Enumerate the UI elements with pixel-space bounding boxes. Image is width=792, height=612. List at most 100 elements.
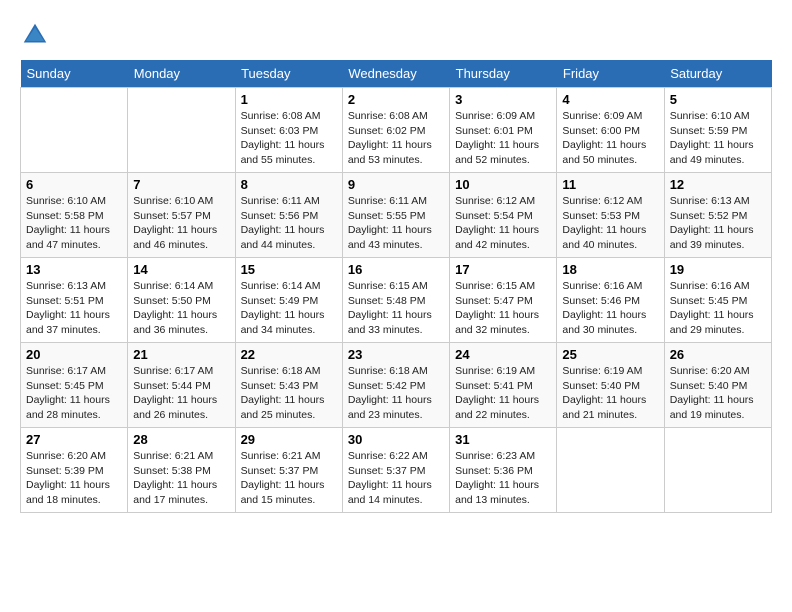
cell-info: Sunrise: 6:14 AMSunset: 5:49 PMDaylight:… [241, 280, 325, 336]
calendar-cell: 15 Sunrise: 6:14 AMSunset: 5:49 PMDaylig… [235, 258, 342, 343]
calendar-row: 1 Sunrise: 6:08 AMSunset: 6:03 PMDayligh… [21, 88, 772, 173]
cell-info: Sunrise: 6:21 AMSunset: 5:38 PMDaylight:… [133, 450, 217, 506]
calendar-cell: 14 Sunrise: 6:14 AMSunset: 5:50 PMDaylig… [128, 258, 235, 343]
day-number: 9 [348, 177, 444, 192]
day-number: 5 [670, 92, 766, 107]
day-number: 30 [348, 432, 444, 447]
weekday-header: Wednesday [342, 60, 449, 88]
calendar-cell [557, 428, 664, 513]
calendar-cell: 8 Sunrise: 6:11 AMSunset: 5:56 PMDayligh… [235, 173, 342, 258]
cell-info: Sunrise: 6:20 AMSunset: 5:40 PMDaylight:… [670, 365, 754, 421]
calendar-cell: 31 Sunrise: 6:23 AMSunset: 5:36 PMDaylig… [450, 428, 557, 513]
calendar-cell: 13 Sunrise: 6:13 AMSunset: 5:51 PMDaylig… [21, 258, 128, 343]
calendar-cell [664, 428, 771, 513]
cell-info: Sunrise: 6:17 AMSunset: 5:44 PMDaylight:… [133, 365, 217, 421]
day-number: 23 [348, 347, 444, 362]
calendar-cell: 21 Sunrise: 6:17 AMSunset: 5:44 PMDaylig… [128, 343, 235, 428]
cell-info: Sunrise: 6:09 AMSunset: 6:00 PMDaylight:… [562, 110, 646, 166]
day-number: 26 [670, 347, 766, 362]
calendar-cell: 18 Sunrise: 6:16 AMSunset: 5:46 PMDaylig… [557, 258, 664, 343]
day-number: 28 [133, 432, 229, 447]
calendar-cell: 5 Sunrise: 6:10 AMSunset: 5:59 PMDayligh… [664, 88, 771, 173]
weekday-header: Saturday [664, 60, 771, 88]
day-number: 21 [133, 347, 229, 362]
cell-info: Sunrise: 6:12 AMSunset: 5:54 PMDaylight:… [455, 195, 539, 251]
cell-info: Sunrise: 6:11 AMSunset: 5:55 PMDaylight:… [348, 195, 432, 251]
cell-info: Sunrise: 6:17 AMSunset: 5:45 PMDaylight:… [26, 365, 110, 421]
cell-info: Sunrise: 6:15 AMSunset: 5:47 PMDaylight:… [455, 280, 539, 336]
calendar-cell: 26 Sunrise: 6:20 AMSunset: 5:40 PMDaylig… [664, 343, 771, 428]
calendar-cell: 25 Sunrise: 6:19 AMSunset: 5:40 PMDaylig… [557, 343, 664, 428]
calendar-cell: 2 Sunrise: 6:08 AMSunset: 6:02 PMDayligh… [342, 88, 449, 173]
logo-icon [20, 20, 50, 50]
cell-info: Sunrise: 6:10 AMSunset: 5:59 PMDaylight:… [670, 110, 754, 166]
cell-info: Sunrise: 6:23 AMSunset: 5:36 PMDaylight:… [455, 450, 539, 506]
day-number: 31 [455, 432, 551, 447]
cell-info: Sunrise: 6:18 AMSunset: 5:42 PMDaylight:… [348, 365, 432, 421]
day-number: 16 [348, 262, 444, 277]
day-number: 10 [455, 177, 551, 192]
logo [20, 20, 54, 50]
day-number: 15 [241, 262, 337, 277]
cell-info: Sunrise: 6:08 AMSunset: 6:03 PMDaylight:… [241, 110, 325, 166]
calendar-cell: 27 Sunrise: 6:20 AMSunset: 5:39 PMDaylig… [21, 428, 128, 513]
calendar-cell: 28 Sunrise: 6:21 AMSunset: 5:38 PMDaylig… [128, 428, 235, 513]
day-number: 29 [241, 432, 337, 447]
cell-info: Sunrise: 6:21 AMSunset: 5:37 PMDaylight:… [241, 450, 325, 506]
calendar-cell: 24 Sunrise: 6:19 AMSunset: 5:41 PMDaylig… [450, 343, 557, 428]
calendar-cell: 17 Sunrise: 6:15 AMSunset: 5:47 PMDaylig… [450, 258, 557, 343]
cell-info: Sunrise: 6:22 AMSunset: 5:37 PMDaylight:… [348, 450, 432, 506]
day-number: 3 [455, 92, 551, 107]
calendar-row: 6 Sunrise: 6:10 AMSunset: 5:58 PMDayligh… [21, 173, 772, 258]
day-number: 11 [562, 177, 658, 192]
day-number: 27 [26, 432, 122, 447]
day-number: 19 [670, 262, 766, 277]
calendar-cell: 9 Sunrise: 6:11 AMSunset: 5:55 PMDayligh… [342, 173, 449, 258]
calendar-cell: 6 Sunrise: 6:10 AMSunset: 5:58 PMDayligh… [21, 173, 128, 258]
day-number: 20 [26, 347, 122, 362]
calendar-row: 13 Sunrise: 6:13 AMSunset: 5:51 PMDaylig… [21, 258, 772, 343]
calendar-cell: 22 Sunrise: 6:18 AMSunset: 5:43 PMDaylig… [235, 343, 342, 428]
cell-info: Sunrise: 6:16 AMSunset: 5:45 PMDaylight:… [670, 280, 754, 336]
day-number: 12 [670, 177, 766, 192]
day-number: 24 [455, 347, 551, 362]
day-number: 4 [562, 92, 658, 107]
calendar-cell: 19 Sunrise: 6:16 AMSunset: 5:45 PMDaylig… [664, 258, 771, 343]
calendar-cell: 4 Sunrise: 6:09 AMSunset: 6:00 PMDayligh… [557, 88, 664, 173]
calendar-cell: 11 Sunrise: 6:12 AMSunset: 5:53 PMDaylig… [557, 173, 664, 258]
weekday-header: Monday [128, 60, 235, 88]
cell-info: Sunrise: 6:19 AMSunset: 5:40 PMDaylight:… [562, 365, 646, 421]
calendar-cell [128, 88, 235, 173]
page-header [20, 20, 772, 50]
cell-info: Sunrise: 6:19 AMSunset: 5:41 PMDaylight:… [455, 365, 539, 421]
calendar-cell: 7 Sunrise: 6:10 AMSunset: 5:57 PMDayligh… [128, 173, 235, 258]
day-number: 6 [26, 177, 122, 192]
day-number: 17 [455, 262, 551, 277]
cell-info: Sunrise: 6:20 AMSunset: 5:39 PMDaylight:… [26, 450, 110, 506]
calendar-table: SundayMondayTuesdayWednesdayThursdayFrid… [20, 60, 772, 513]
cell-info: Sunrise: 6:15 AMSunset: 5:48 PMDaylight:… [348, 280, 432, 336]
weekday-header: Friday [557, 60, 664, 88]
calendar-cell: 16 Sunrise: 6:15 AMSunset: 5:48 PMDaylig… [342, 258, 449, 343]
calendar-cell: 3 Sunrise: 6:09 AMSunset: 6:01 PMDayligh… [450, 88, 557, 173]
calendar-cell: 23 Sunrise: 6:18 AMSunset: 5:42 PMDaylig… [342, 343, 449, 428]
day-number: 22 [241, 347, 337, 362]
calendar-row: 27 Sunrise: 6:20 AMSunset: 5:39 PMDaylig… [21, 428, 772, 513]
weekday-header-row: SundayMondayTuesdayWednesdayThursdayFrid… [21, 60, 772, 88]
cell-info: Sunrise: 6:10 AMSunset: 5:57 PMDaylight:… [133, 195, 217, 251]
calendar-cell: 20 Sunrise: 6:17 AMSunset: 5:45 PMDaylig… [21, 343, 128, 428]
cell-info: Sunrise: 6:12 AMSunset: 5:53 PMDaylight:… [562, 195, 646, 251]
calendar-cell: 29 Sunrise: 6:21 AMSunset: 5:37 PMDaylig… [235, 428, 342, 513]
cell-info: Sunrise: 6:09 AMSunset: 6:01 PMDaylight:… [455, 110, 539, 166]
weekday-header: Sunday [21, 60, 128, 88]
day-number: 2 [348, 92, 444, 107]
day-number: 14 [133, 262, 229, 277]
day-number: 18 [562, 262, 658, 277]
day-number: 1 [241, 92, 337, 107]
calendar-cell: 30 Sunrise: 6:22 AMSunset: 5:37 PMDaylig… [342, 428, 449, 513]
calendar-cell: 1 Sunrise: 6:08 AMSunset: 6:03 PMDayligh… [235, 88, 342, 173]
calendar-cell [21, 88, 128, 173]
cell-info: Sunrise: 6:18 AMSunset: 5:43 PMDaylight:… [241, 365, 325, 421]
cell-info: Sunrise: 6:08 AMSunset: 6:02 PMDaylight:… [348, 110, 432, 166]
cell-info: Sunrise: 6:13 AMSunset: 5:51 PMDaylight:… [26, 280, 110, 336]
